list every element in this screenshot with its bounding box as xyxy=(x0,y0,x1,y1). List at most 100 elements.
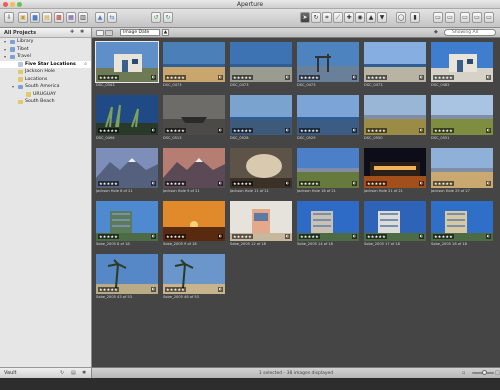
image-thumbnail-cell[interactable]: ★★★★★ ◐ Jackson Hole 25 of 27 xyxy=(431,148,493,194)
sort-by-select[interactable]: Image Date xyxy=(120,29,160,36)
new-folder-button[interactable]: ▆ xyxy=(30,12,40,23)
project-row[interactable]: ▾ Travel xyxy=(0,53,91,61)
projects-scope-label[interactable]: All Projects xyxy=(4,30,36,36)
sort-direction-toggle[interactable]: ▲ xyxy=(162,29,169,36)
stamp-tool-button[interactable]: ▼ xyxy=(377,12,387,23)
project-row[interactable]: South Beach xyxy=(0,98,91,106)
list-view-button[interactable] xyxy=(105,29,113,36)
thumbnail-size-slider-knob[interactable] xyxy=(482,370,487,375)
image-thumbnail[interactable]: ★★★★★ ◐ xyxy=(230,95,292,135)
new-book-button[interactable]: ▥ xyxy=(78,12,88,23)
image-thumbnail-cell[interactable]: ★★★★★ ◐ Sobe_2005 17 of 18 xyxy=(364,201,426,247)
search-field[interactable]: Showing All xyxy=(444,29,496,36)
project-row[interactable]: ▾ South America xyxy=(0,83,91,91)
star-rating[interactable]: ★★★★★ xyxy=(232,234,253,239)
image-thumbnail[interactable]: ★★★★★ ◐ xyxy=(163,95,225,135)
lift-tool-button[interactable]: ▲ xyxy=(366,12,376,23)
image-thumbnail-cell[interactable]: ★★★★★ ◐ Sobe_2005 8 of 18 xyxy=(96,201,158,247)
image-thumbnail-cell[interactable]: ★★★★★ ◐ Jackson Hole 18 of 21 xyxy=(297,148,359,194)
disclosure-triangle-icon[interactable]: ▾ xyxy=(4,38,6,46)
star-rating[interactable]: ★★★★★ xyxy=(98,181,119,186)
star-rating[interactable]: ★★★★★ xyxy=(433,181,454,186)
image-thumbnail-cell[interactable]: ★★★★★ ◐ Sobe_2005 43 of 53 xyxy=(96,254,158,300)
star-rating[interactable]: ★★★★★ xyxy=(165,287,186,292)
image-thumbnail-cell[interactable]: ★★★★★ ◐ Jackson Hole 11 of 21 xyxy=(230,148,292,194)
rotate-left-button[interactable]: ↺ xyxy=(151,12,161,23)
image-thumbnail[interactable]: ★★★★★ ◐ xyxy=(364,148,426,188)
image-thumbnail[interactable]: ★★★★★ ◐ xyxy=(230,42,292,82)
image-thumbnail[interactable]: ★★★★★ ◐ xyxy=(163,201,225,241)
settings-gear-icon[interactable]: ✱ xyxy=(80,29,84,35)
crop-tool-button[interactable]: ⌗ xyxy=(322,12,332,23)
image-thumbnail[interactable]: ★★★★★ ◐ xyxy=(297,201,359,241)
new-album-button[interactable]: ▤ xyxy=(42,12,52,23)
image-thumbnail[interactable]: ★★★★★ ◐ xyxy=(95,41,159,83)
star-rating[interactable]: ★★★★★ xyxy=(366,181,387,186)
layout-split-button[interactable]: ▭ xyxy=(445,12,455,23)
image-thumbnail-cell[interactable]: ★★★★★ ◐ Sobe_2005 14 of 18 xyxy=(297,201,359,247)
zoom-in-icon[interactable]: □ xyxy=(495,370,500,376)
star-rating[interactable]: ★★★★★ xyxy=(98,128,119,133)
spot-patch-tool-button[interactable]: ✚ xyxy=(344,12,354,23)
disclosure-triangle-icon[interactable]: ▾ xyxy=(12,83,14,91)
star-rating[interactable]: ★★★★★ xyxy=(366,75,387,80)
star-rating[interactable]: ★★★★★ xyxy=(433,128,454,133)
import-button[interactable]: ⇩ xyxy=(4,12,14,23)
image-thumbnail-cell[interactable]: ★★★★★ ◐ DSC_0528 xyxy=(230,95,292,141)
star-rating[interactable]: ★★★★★ xyxy=(165,181,186,186)
star-rating[interactable]: ★★★★★ xyxy=(165,234,186,239)
star-rating[interactable]: ★★★★★ xyxy=(98,234,119,239)
image-thumbnail[interactable]: ★★★★★ ◐ xyxy=(431,148,493,188)
zoom-out-icon[interactable]: ▫ xyxy=(462,370,465,376)
image-thumbnail-cell[interactable]: ★★★★★ ◐ DSC_0550 xyxy=(364,95,426,141)
image-thumbnail-cell[interactable]: ★★★★★ ◐ DSC_0473 xyxy=(163,42,225,88)
star-rating[interactable]: ★★★★★ xyxy=(165,75,186,80)
star-rating[interactable]: ★★★★★ xyxy=(165,128,186,133)
star-rating[interactable]: ★★★★★ xyxy=(232,181,253,186)
image-thumbnail-cell[interactable]: ★★★★★ ◐ Jackson Hole 8 of 21 xyxy=(96,148,158,194)
rotate-right-button[interactable]: ↻ xyxy=(163,12,173,23)
layout-maximize-button[interactable]: ▭ xyxy=(484,12,494,23)
image-thumbnail-cell[interactable]: ★★★★★ ◐ DSC_0473 xyxy=(364,42,426,88)
image-thumbnail[interactable]: ★★★★★ ◐ xyxy=(431,42,493,82)
panel-gear-icon[interactable]: ✱ xyxy=(82,370,86,376)
disclosure-triangle-icon[interactable]: ▾ xyxy=(4,53,6,61)
image-thumbnail-cell[interactable]: ★★★★★ ◐ Sobe_2005 48 of 53 xyxy=(163,254,225,300)
image-thumbnail[interactable]: ★★★★★ ◐ xyxy=(230,148,292,188)
star-rating[interactable]: ★★★★★ xyxy=(232,75,253,80)
image-thumbnail[interactable]: ★★★★★ ◐ xyxy=(297,148,359,188)
image-thumbnail[interactable]: ★★★★★ ◐ xyxy=(96,254,158,294)
unstack-button[interactable]: ⇆ xyxy=(107,12,117,23)
star-rating[interactable]: ★★★★★ xyxy=(98,287,119,292)
layout-basic-button[interactable]: ▭ xyxy=(433,12,443,23)
image-thumbnail-cell[interactable]: ★★★★★ ◐ DSC_0551 xyxy=(431,95,493,141)
layout-full-button[interactable]: ▭ xyxy=(472,12,482,23)
new-item-icon[interactable]: ✚ xyxy=(70,29,74,35)
star-rating[interactable]: ★★★★★ xyxy=(232,128,253,133)
selection-tool-button[interactable]: ➤ xyxy=(300,12,310,23)
new-smart-album-button[interactable]: ▩ xyxy=(54,12,64,23)
image-thumbnail[interactable]: ★★★★★ ◐ xyxy=(163,42,225,82)
rotate-tool-button[interactable]: ↻ xyxy=(311,12,321,23)
project-row[interactable]: Five Star Locations ⌕ xyxy=(0,60,91,68)
image-thumbnail[interactable]: ★★★★★ ◐ xyxy=(297,95,359,135)
vault-disk-icon[interactable]: ▤ xyxy=(71,370,76,376)
image-thumbnail[interactable]: ★★★★★ ◐ xyxy=(96,95,158,135)
image-thumbnail[interactable]: ★★★★★ ◐ xyxy=(96,201,158,241)
image-thumbnail[interactable]: ★★★★★ ◐ xyxy=(431,201,493,241)
image-thumbnail[interactable]: ★★★★★ ◐ xyxy=(297,42,359,82)
image-thumbnail[interactable]: ★★★★★ ◐ xyxy=(431,95,493,135)
image-thumbnail-cell[interactable]: ★★★★★ ◐ DSC_0473 xyxy=(230,42,292,88)
layout-filmstrip-button[interactable]: ▭ xyxy=(460,12,470,23)
star-rating[interactable]: ★★★★★ xyxy=(98,75,119,80)
loupe-button[interactable]: ◯ xyxy=(396,12,406,23)
star-rating[interactable]: ★★★★★ xyxy=(299,128,320,133)
image-thumbnail[interactable]: ★★★★★ ◐ xyxy=(163,254,225,294)
image-thumbnail-cell[interactable]: ★★★★★ ◐ DSC_0496 xyxy=(96,95,158,141)
image-thumbnail-cell[interactable]: ★★★★★ ◐ Jackson Hole 9 of 21 xyxy=(163,148,225,194)
project-row[interactable]: Locations xyxy=(0,76,91,84)
image-thumbnail-cell[interactable]: ★★★★★ ◐ DSC_0343 xyxy=(95,41,159,88)
image-thumbnail-cell[interactable]: ★★★★★ ◐ Sobe_2005 12 of 18 xyxy=(230,201,292,247)
image-thumbnail-cell[interactable]: ★★★★★ ◐ DSC_0473 xyxy=(297,42,359,88)
star-rating[interactable]: ★★★★★ xyxy=(366,128,387,133)
